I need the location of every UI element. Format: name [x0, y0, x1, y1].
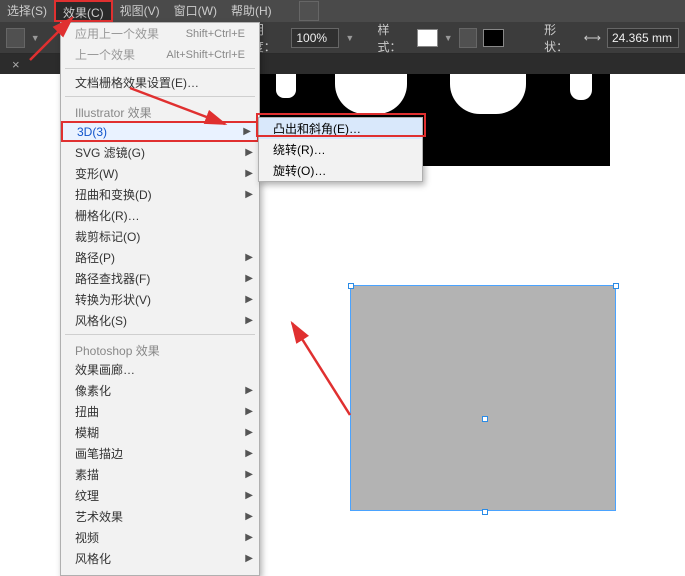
menu-separator	[65, 334, 255, 335]
menu-warp[interactable]: 变形(W)▶	[61, 163, 259, 184]
artwork-cutout	[276, 74, 296, 98]
menu-view[interactable]: 视图(V)	[113, 0, 167, 22]
menu-sketch[interactable]: 素描▶	[61, 464, 259, 485]
submenu-extrude-bevel[interactable]: 凸出和斜角(E)…	[259, 118, 422, 139]
menu-blur[interactable]: 模糊▶	[61, 422, 259, 443]
menu-brush-strokes[interactable]: 画笔描边▶	[61, 443, 259, 464]
effects-menu: 应用上一个效果Shift+Ctrl+E 上一个效果Alt+Shift+Ctrl+…	[60, 22, 260, 576]
menu-distort2[interactable]: 扭曲▶	[61, 401, 259, 422]
shape-width-input[interactable]	[607, 28, 679, 48]
menu-select[interactable]: 选择(S)	[0, 0, 54, 22]
style-label: 样式：	[377, 21, 411, 55]
submenu-3d: 凸出和斜角(E)… 绕转(R)… 旋转(O)…	[258, 117, 423, 182]
menu-pathfinder[interactable]: 路径查找器(F)▶	[61, 268, 259, 289]
menu-path[interactable]: 路径(P)▶	[61, 247, 259, 268]
submenu-rotate[interactable]: 旋转(O)…	[259, 160, 422, 181]
selection-handle[interactable]	[613, 283, 619, 289]
menu-video[interactable]: 视频▶	[61, 527, 259, 548]
menu-separator	[65, 68, 255, 69]
menu-artistic[interactable]: 艺术效果▶	[61, 506, 259, 527]
opt-btn-1[interactable]	[6, 28, 25, 48]
menu-stylize[interactable]: 风格化(S)▶	[61, 310, 259, 331]
menu-svg-filter[interactable]: SVG 滤镜(G)▶	[61, 142, 259, 163]
tab-close-button[interactable]: ×	[4, 57, 28, 72]
menu-raster-settings[interactable]: 文档栅格效果设置(E)…	[61, 72, 259, 93]
opt-btn-2[interactable]	[459, 28, 478, 48]
submenu-revolve[interactable]: 绕转(R)…	[259, 139, 422, 160]
link-icon[interactable]: ⟷	[584, 31, 601, 45]
chevron-down-icon: ▼	[31, 33, 40, 43]
toolbar-icon[interactable]	[299, 1, 319, 21]
opacity-input[interactable]	[291, 28, 339, 48]
menu-convert-shape[interactable]: 转换为形状(V)▶	[61, 289, 259, 310]
style-swatch[interactable]	[417, 29, 438, 47]
menu-window[interactable]: 窗口(W)	[167, 0, 224, 22]
menu-section-photoshop: Photoshop 效果	[61, 338, 259, 359]
menu-effects[interactable]: 效果(C)	[54, 0, 113, 22]
menu-rasterize[interactable]: 栅格化(R)…	[61, 205, 259, 226]
chevron-down-icon: ▼	[345, 33, 354, 43]
menu-3d[interactable]: 3D(3)▶	[61, 121, 259, 142]
selection-handle[interactable]	[482, 416, 488, 422]
menu-stylize2[interactable]: 风格化▶	[61, 548, 259, 569]
menu-fx-gallery[interactable]: 效果画廊…	[61, 359, 259, 380]
menu-crop-marks[interactable]: 裁剪标记(O)	[61, 226, 259, 247]
swatch-black[interactable]	[483, 29, 504, 47]
menu-distort-transform[interactable]: 扭曲和变换(D)▶	[61, 184, 259, 205]
menu-apply-last-effect: 应用上一个效果Shift+Ctrl+E	[61, 23, 259, 44]
menu-separator	[65, 96, 255, 97]
menu-texture[interactable]: 纹理▶	[61, 485, 259, 506]
menu-bar: 选择(S) 效果(C) 视图(V) 窗口(W) 帮助(H)	[0, 0, 685, 22]
selection-handle[interactable]	[348, 283, 354, 289]
menu-help[interactable]: 帮助(H)	[224, 0, 279, 22]
submenu-arrow-icon: ▶	[243, 126, 251, 137]
menu-pixelate[interactable]: 像素化▶	[61, 380, 259, 401]
chevron-down-icon: ▼	[444, 33, 453, 43]
selection-handle[interactable]	[482, 509, 488, 515]
shape-label: 形状：	[544, 21, 578, 55]
selected-rectangle[interactable]	[350, 285, 616, 511]
menu-last-effect: 上一个效果Alt+Shift+Ctrl+E	[61, 44, 259, 65]
artwork-cutout	[570, 74, 592, 100]
menu-section-illustrator: Illustrator 效果	[61, 100, 259, 121]
